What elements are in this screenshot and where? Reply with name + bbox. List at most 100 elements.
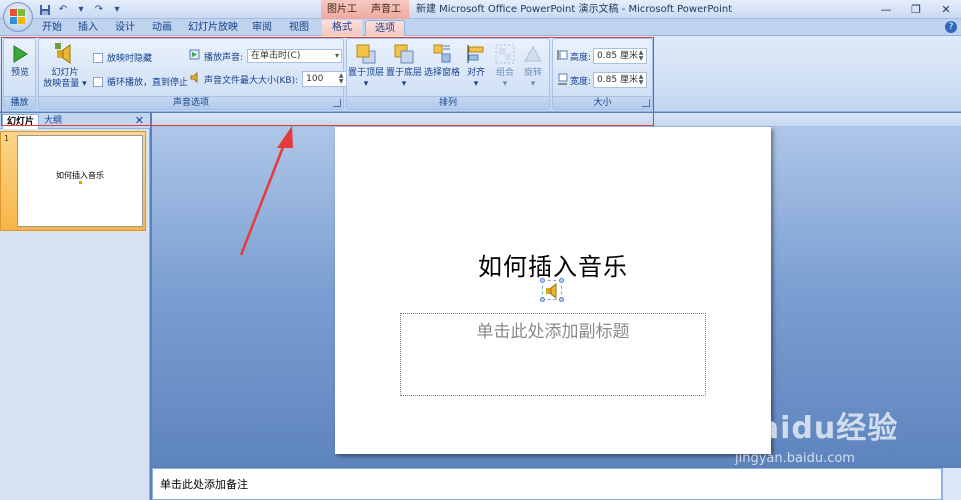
chevron-down-icon[interactable]: ▾ <box>74 3 88 17</box>
slideshow-volume-label-1: 幻灯片 <box>51 68 79 78</box>
notes-scrollbar[interactable] <box>942 468 961 500</box>
height-row: 高度: 0.85 厘米 ▲ ▼ <box>557 48 648 64</box>
sound-object[interactable] <box>540 278 564 302</box>
hide-during-show-option[interactable]: 放映时隐藏 <box>93 51 152 64</box>
spin-arrows-icon[interactable]: ▲ ▼ <box>637 74 645 86</box>
tab-home[interactable]: 开始 <box>38 20 66 36</box>
close-icon[interactable]: ✕ <box>135 114 144 127</box>
tab-animations[interactable]: 动画 <box>148 20 176 36</box>
align-icon <box>463 42 489 66</box>
max-file-size-label: 声音文件最大大小(KB): <box>204 75 299 86</box>
office-button[interactable] <box>3 2 33 32</box>
help-icon[interactable]: ? <box>945 21 957 33</box>
width-value: 0.85 厘米 <box>597 75 638 85</box>
notes-placeholder: 单击此处添加备注 <box>160 478 248 491</box>
width-row: 宽度: 0.85 厘米 ▲ ▼ <box>557 72 648 88</box>
dialog-launcher-icon[interactable] <box>642 99 650 107</box>
slides-panel: 幻灯片 大纲 ✕ 1 如何插入音乐 <box>0 113 150 500</box>
slide-canvas[interactable]: 如何插入音乐 单击此处添加副标题 <box>335 127 771 454</box>
tab-design[interactable]: 设计 <box>111 20 139 36</box>
customize-qat-icon[interactable]: ▾ <box>110 3 124 17</box>
send-to-back-button[interactable]: 置于底层 ▾ <box>385 42 423 90</box>
play-sound-dropdown[interactable]: 在单击时(C) <box>247 49 343 63</box>
spin-arrows-icon[interactable]: ▲ ▼ <box>337 73 345 85</box>
office-logo-icon <box>10 9 26 25</box>
undo-icon[interactable]: ↶ <box>56 3 70 17</box>
width-icon <box>557 73 568 88</box>
slide-thumbnail[interactable]: 如何插入音乐 <box>17 135 143 227</box>
resize-handle[interactable] <box>540 278 545 283</box>
rotate-button[interactable]: 旋转 ▾ <box>519 42 547 90</box>
slide-number: 1 <box>4 134 10 143</box>
chevron-down-icon: ▾ <box>530 79 536 89</box>
tab-insert[interactable]: 插入 <box>74 20 102 36</box>
tab-slideshow[interactable]: 幻灯片放映 <box>187 20 239 36</box>
align-button[interactable]: 对齐 ▾ <box>461 42 491 90</box>
resize-handle[interactable] <box>540 297 545 302</box>
max-file-size-row: 声音文件最大大小(KB): 100 ▲ ▼ <box>189 71 348 87</box>
panel-tabs: 幻灯片 大纲 ✕ <box>0 113 150 129</box>
group-label: 组合 <box>495 68 514 78</box>
speaker-icon <box>52 42 78 66</box>
tab-options[interactable]: 选项 <box>365 20 405 37</box>
width-input[interactable]: 0.85 厘米 ▲ ▼ <box>593 72 648 88</box>
width-label: 宽度: <box>570 76 592 87</box>
height-input[interactable]: 0.85 厘米 ▲ ▼ <box>593 48 648 64</box>
spin-arrows-icon[interactable]: ▲ ▼ <box>637 50 645 62</box>
rotate-label: 旋转 <box>523 68 542 78</box>
bring-to-front-icon <box>353 42 379 66</box>
thumbnail-sound-icon <box>79 181 82 184</box>
notes-pane[interactable]: 单击此处添加备注 <box>152 468 942 500</box>
height-value: 0.85 厘米 <box>597 51 638 61</box>
close-button[interactable]: ✕ <box>931 0 961 19</box>
slide-thumbnail-item[interactable]: 1 如何插入音乐 <box>0 131 146 231</box>
ribbon-tabs: 开始 插入 设计 动画 幻灯片放映 审阅 视图 格式 选项 ? <box>0 19 961 37</box>
loop-option[interactable]: 循环播放，直到停止 <box>93 75 188 88</box>
play-icon <box>7 42 33 66</box>
loop-checkbox[interactable] <box>93 76 103 87</box>
resize-handle[interactable] <box>559 297 564 302</box>
slideshow-volume-label-2: 放映音量 ▾ <box>43 79 87 89</box>
bring-to-front-button[interactable]: 置于顶层 ▾ <box>347 42 385 90</box>
max-file-size-input[interactable]: 100 ▲ ▼ <box>302 71 348 87</box>
slide-title[interactable]: 如何插入音乐 <box>335 247 771 282</box>
hide-during-show-label: 放映时隐藏 <box>107 54 153 64</box>
group-button[interactable]: 组合 ▾ <box>491 42 519 90</box>
send-to-back-icon <box>391 42 417 66</box>
save-icon[interactable] <box>38 3 52 17</box>
preview-label: 预览 <box>10 68 29 78</box>
tab-view[interactable]: 视图 <box>285 20 313 36</box>
sound-options-group: 幻灯片 放映音量 ▾ 放映时隐藏 循环播放，直到停止 播放声音: 在单击时(C)… <box>38 38 348 110</box>
chevron-down-icon: ▾ <box>473 79 479 89</box>
file-size-icon <box>189 71 200 86</box>
height-label: 高度: <box>570 52 592 63</box>
bring-to-front-label: 置于顶层 <box>347 68 384 78</box>
sound-options-group-label: 声音选项 <box>39 96 343 109</box>
resize-handle[interactable] <box>559 278 564 283</box>
play-sound-label: 播放声音: <box>204 52 244 63</box>
tab-review[interactable]: 审阅 <box>248 20 276 36</box>
context-picture-tools: 图片工具 <box>321 0 365 34</box>
hide-during-show-checkbox[interactable] <box>93 52 103 63</box>
size-group: 高度: 0.85 厘米 ▲ ▼ 宽度: 0.85 厘米 ▲ ▼ 大小 <box>552 38 653 110</box>
slideshow-volume-button[interactable]: 幻灯片 放映音量 ▾ <box>43 42 87 90</box>
restore-button[interactable]: ❐ <box>901 0 931 19</box>
height-icon <box>557 49 568 64</box>
preview-button[interactable]: 预览 <box>6 42 34 79</box>
subtitle-placeholder[interactable]: 单击此处添加副标题 <box>400 313 706 396</box>
rotate-icon <box>520 42 546 66</box>
window-title: 新建 Microsoft Office PowerPoint 演示文稿 - Mi… <box>416 4 733 15</box>
tab-format[interactable]: 格式 <box>322 20 362 36</box>
dialog-launcher-icon[interactable] <box>333 99 341 107</box>
context-sound-tools: 声音工具 <box>365 0 409 34</box>
minimize-button[interactable]: — <box>871 0 901 19</box>
ribbon: 预览 播放 幻灯片 放映音量 ▾ 放映时隐藏 循环播放，直到停止 播放声音: 在… <box>0 36 961 112</box>
tab-slides[interactable]: 幻灯片 <box>2 114 40 129</box>
group-icon <box>492 42 518 66</box>
tab-outline[interactable]: 大纲 <box>40 114 66 129</box>
selection-pane-icon <box>429 42 455 66</box>
redo-icon[interactable]: ↷ <box>92 3 106 17</box>
thumbnail-title: 如何插入音乐 <box>56 171 104 180</box>
selection-pane-button[interactable]: 选择窗格 <box>423 42 461 79</box>
arrange-group-label: 排列 <box>347 96 549 109</box>
